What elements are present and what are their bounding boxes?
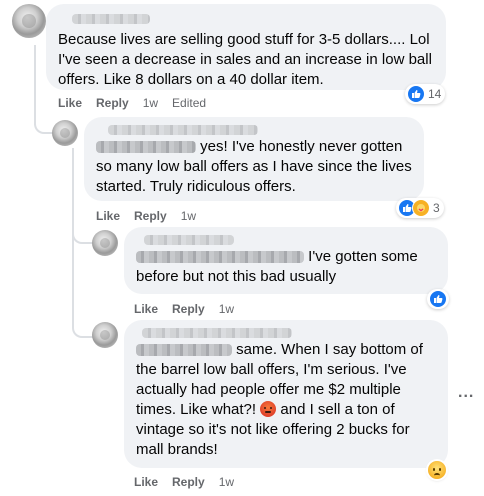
thread-connector	[72, 258, 94, 338]
care-reaction-icon	[412, 199, 430, 217]
like-button[interactable]: Like	[58, 96, 82, 110]
comment-bubble: Because lives are selling good stuff for…	[46, 4, 446, 90]
edited-label: Edited	[172, 96, 207, 110]
comment-bubble: yes! I've honestly never gotten so many …	[84, 117, 424, 201]
redacted-name	[144, 235, 234, 245]
redacted-name	[142, 328, 292, 338]
comment-bubble: same. When I say bottom of the barrel lo…	[124, 320, 448, 468]
thread-connector	[72, 222, 94, 244]
timestamp[interactable]: 1w	[143, 96, 158, 110]
angry-emoji-icon	[260, 401, 277, 417]
sad-reaction-icon[interactable]	[428, 461, 446, 479]
reply-button[interactable]: Reply	[172, 302, 205, 316]
commenter-name[interactable]	[96, 123, 412, 137]
like-reaction-icon	[429, 290, 447, 308]
redacted-name	[72, 14, 150, 24]
more-options-button[interactable]: ...	[458, 384, 474, 402]
comment-text: yes! I've honestly never gotten so many …	[96, 138, 412, 195]
avatar[interactable]	[52, 120, 78, 146]
avatar[interactable]	[12, 4, 46, 38]
comment-bubble: I've gotten some before but not this bad…	[124, 227, 448, 294]
redacted-mention[interactable]	[96, 141, 196, 154]
like-button[interactable]: Like	[134, 475, 158, 489]
like-button[interactable]: Like	[134, 302, 158, 316]
reaction-count: 14	[428, 87, 442, 101]
like-button[interactable]: Like	[96, 209, 120, 223]
commenter-name[interactable]	[58, 10, 434, 28]
reply-button[interactable]: Reply	[134, 209, 167, 223]
comment-actions: Like Reply 1w	[134, 475, 234, 489]
reply-button[interactable]: Reply	[172, 475, 205, 489]
comment-text: same. When I say bottom of the barrel lo…	[136, 341, 423, 458]
reaction-summary[interactable]: 14	[405, 84, 446, 104]
timestamp[interactable]: 1w	[181, 209, 196, 223]
timestamp[interactable]: 1w	[219, 302, 234, 316]
comment-text: I've gotten some before but not this bad…	[136, 248, 418, 285]
comment-actions: Like Reply 1w	[134, 302, 234, 316]
reaction-count: 3	[433, 201, 440, 215]
thread-line	[72, 148, 74, 258]
redacted-mention[interactable]	[136, 344, 232, 357]
commenter-name[interactable]	[136, 326, 436, 340]
comment-actions: Like Reply 1w Edited	[58, 96, 206, 110]
comment-actions: Like Reply 1w	[96, 209, 196, 223]
commenter-name[interactable]	[136, 233, 436, 247]
reaction-summary[interactable]	[427, 289, 449, 309]
reaction-summary[interactable]: 3	[396, 198, 444, 218]
like-reaction-icon	[407, 85, 425, 103]
avatar[interactable]	[92, 230, 118, 256]
redacted-mention[interactable]	[136, 251, 304, 264]
redacted-name	[108, 125, 258, 135]
comment-text: Because lives are selling good stuff for…	[58, 31, 432, 88]
reply-button[interactable]: Reply	[96, 96, 129, 110]
timestamp[interactable]: 1w	[219, 475, 234, 489]
avatar[interactable]	[92, 322, 118, 348]
